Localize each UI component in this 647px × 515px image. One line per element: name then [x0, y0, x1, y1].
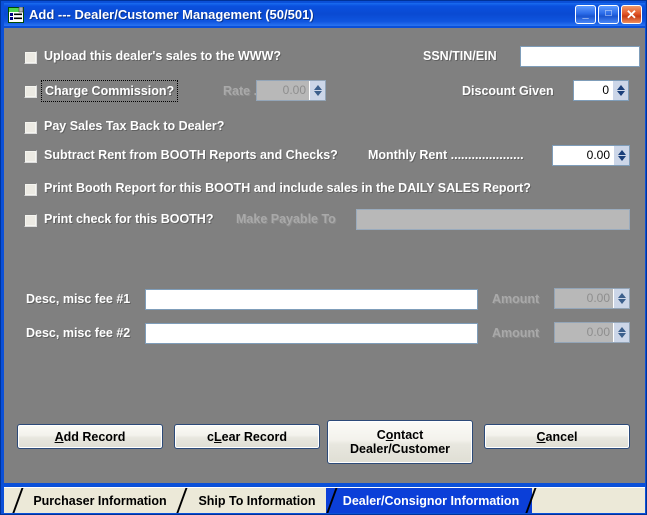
maximize-icon: □ — [605, 8, 612, 19]
tab-slash-left — [176, 488, 200, 513]
label-misc-fee-2-amount: Amount — [492, 326, 540, 340]
title-bar: Add --- Dealer/Customer Management (50/5… — [4, 3, 645, 26]
checkbox-print-booth-report-box — [25, 184, 36, 195]
contact-dealer-customer-button[interactable]: Contact Dealer/Customer — [327, 420, 473, 464]
tab-strip: Purchaser Information Ship To Informatio… — [4, 487, 645, 513]
add-record-button[interactable]: Add Record — [17, 424, 163, 449]
checkbox-upload-www[interactable] — [24, 51, 37, 64]
contact-button-line2: Dealer/Customer — [349, 442, 451, 456]
chevron-down-icon — [313, 91, 322, 96]
window-title: Add --- Dealer/Customer Management (50/5… — [29, 7, 314, 22]
misc-fee-2-amount-value: 0.00 — [586, 325, 610, 339]
tab-dealer-consignor-information[interactable]: Dealer/Consignor Information — [326, 488, 549, 513]
contact-button-line1: Contact — [376, 428, 424, 442]
form-list-icon — [8, 6, 24, 23]
checkbox-charge-commission-box — [25, 86, 36, 97]
tab-slash-left — [12, 488, 36, 513]
discount-given-spinner-arrows[interactable] — [612, 81, 628, 100]
monthly-rent-spinner[interactable]: 0.00 — [552, 145, 630, 166]
clear-record-button-label: cLear Record — [207, 429, 287, 444]
chevron-up-icon — [617, 293, 626, 298]
misc-fee-1-amount-value: 0.00 — [586, 291, 610, 305]
label-charge-commission: Charge Commission? — [45, 84, 175, 98]
checkbox-subtract-rent[interactable] — [24, 150, 37, 163]
label-print-check: Print check for this BOOTH? — [44, 212, 214, 226]
discount-given-value: 0 — [602, 83, 609, 97]
chevron-up-icon — [313, 85, 322, 90]
misc-fee-2-input[interactable] — [145, 323, 478, 344]
label-pay-sales-tax: Pay Sales Tax Back to Dealer? — [44, 119, 225, 133]
label-charge-commission-focus[interactable]: Charge Commission? — [41, 80, 179, 102]
add-record-button-label: Add Record — [54, 429, 126, 444]
monthly-rent-value: 0.00 — [586, 148, 610, 162]
chevron-down-icon — [616, 91, 625, 96]
checkbox-pay-sales-tax-box — [25, 122, 36, 133]
checkbox-print-check-box — [25, 215, 36, 226]
make-payable-to-input[interactable] — [356, 209, 630, 230]
misc-fee-1-amount-spinner[interactable]: 0.00 — [554, 288, 630, 309]
clear-record-button[interactable]: cLear Record — [174, 424, 320, 449]
tab-slash-right — [525, 488, 549, 513]
chevron-up-icon — [616, 85, 625, 90]
minimize-button[interactable]: _ — [575, 5, 596, 24]
chevron-down-icon — [617, 156, 626, 161]
minimize-icon: _ — [582, 8, 589, 20]
checkbox-upload-www-box — [25, 52, 36, 63]
checkbox-print-check[interactable] — [24, 214, 37, 227]
application-window: Add --- Dealer/Customer Management (50/5… — [0, 0, 647, 515]
chevron-down-icon — [617, 299, 626, 304]
chevron-down-icon — [617, 333, 626, 338]
rate-spinner-arrows[interactable] — [309, 81, 325, 100]
tab-ship-to-information-label: Ship To Information — [198, 494, 316, 508]
cancel-button-label: Cancel — [536, 429, 578, 444]
label-misc-fee-2: Desc, misc fee #2 — [26, 326, 131, 340]
form-client-area: Upload this dealer's sales to the WWW? S… — [4, 28, 645, 483]
tab-purchaser-information[interactable]: Purchaser Information — [12, 488, 184, 513]
monthly-rent-spinner-arrows[interactable] — [613, 146, 629, 165]
close-icon: ✕ — [626, 7, 637, 22]
label-subtract-rent: Subtract Rent from BOOTH Reports and Che… — [44, 148, 338, 162]
tab-dealer-consignor-information-label: Dealer/Consignor Information — [342, 494, 520, 508]
discount-given-spinner[interactable]: 0 — [573, 80, 629, 101]
checkbox-pay-sales-tax[interactable] — [24, 121, 37, 134]
label-make-payable-to: Make Payable To — [236, 212, 336, 226]
misc-fee-1-input[interactable] — [145, 289, 478, 310]
checkbox-charge-commission[interactable] — [24, 85, 37, 98]
label-misc-fee-1-amount: Amount — [492, 292, 540, 306]
misc-fee-1-amount-spinner-arrows[interactable] — [613, 289, 629, 308]
label-monthly-rent: Monthly Rent ..................... — [368, 148, 524, 162]
label-upload-www: Upload this dealer's sales to the WWW? — [44, 49, 282, 63]
label-misc-fee-1: Desc, misc fee #1 — [26, 292, 131, 306]
cancel-button[interactable]: Cancel — [484, 424, 630, 449]
chevron-up-icon — [617, 150, 626, 155]
rate-spinner[interactable]: 0.00 — [256, 80, 326, 101]
maximize-button[interactable]: □ — [598, 5, 619, 24]
label-discount-given: Discount Given — [462, 84, 554, 98]
misc-fee-2-amount-spinner[interactable]: 0.00 — [554, 322, 630, 343]
tab-ship-to-information[interactable]: Ship To Information — [176, 488, 334, 513]
checkbox-print-booth-report[interactable] — [24, 183, 37, 196]
misc-fee-2-amount-spinner-arrows[interactable] — [613, 323, 629, 342]
chevron-up-icon — [617, 327, 626, 332]
label-ssn: SSN/TIN/EIN — [423, 49, 497, 63]
ssn-input[interactable] — [520, 46, 640, 67]
checkbox-subtract-rent-box — [25, 151, 36, 162]
close-button[interactable]: ✕ — [621, 5, 642, 24]
label-print-booth-report: Print Booth Report for this BOOTH and in… — [44, 181, 531, 195]
rate-value: 0.00 — [282, 83, 306, 97]
tab-purchaser-information-label: Purchaser Information — [33, 494, 167, 508]
